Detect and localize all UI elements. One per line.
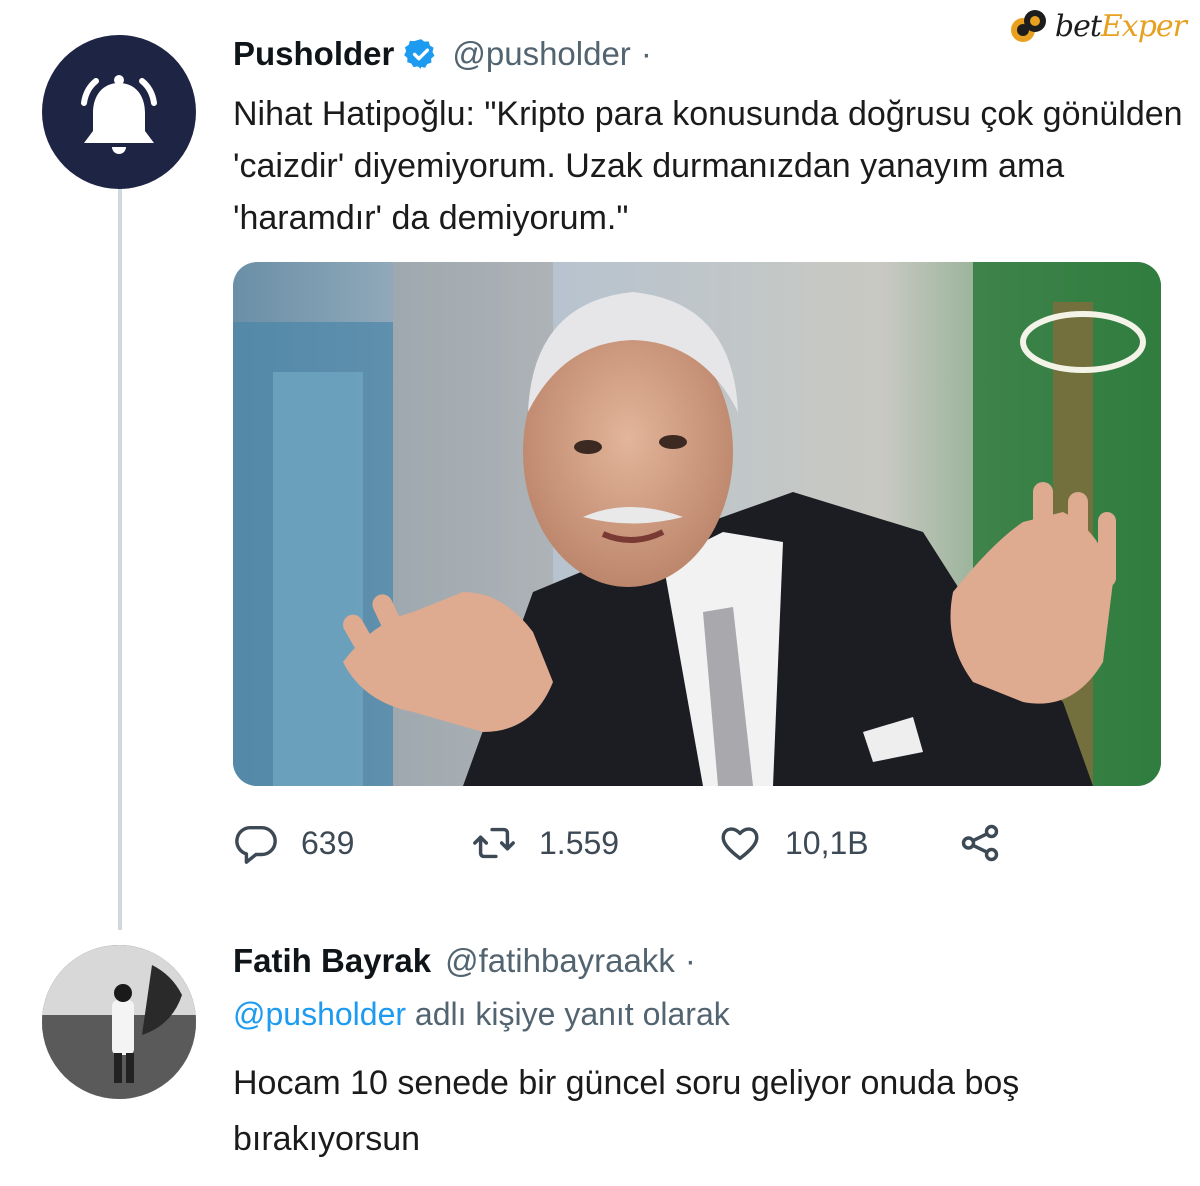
- poker-chip-icon: [1010, 10, 1046, 42]
- separator-dot: ·: [684, 942, 696, 979]
- reply-header: Fatih Bayrak @fatihbayraakk ·: [233, 942, 696, 980]
- tweet-text: Nihat Hatipoğlu: "Kripto para konusunda …: [233, 95, 1183, 237]
- tweet-photo[interactable]: [233, 262, 1161, 786]
- like-button[interactable]: 10,1B: [717, 820, 869, 866]
- author-name[interactable]: Pusholder: [233, 35, 394, 73]
- avatar[interactable]: [42, 35, 196, 189]
- separator-dot: ·: [640, 35, 652, 72]
- bell-icon: [81, 75, 157, 154]
- like-count: 10,1B: [785, 824, 869, 861]
- profile-photo: [42, 945, 196, 1099]
- retweet-count: 1.559: [539, 824, 620, 861]
- retweet-icon: [473, 827, 515, 859]
- share-button[interactable]: [957, 820, 1003, 866]
- tweet-actions: 639 1.559 10,1B: [233, 820, 1033, 880]
- reply-icon: [235, 825, 277, 864]
- avatar[interactable]: [42, 945, 196, 1099]
- tweet-header: Pusholder @pusholder ·: [233, 35, 652, 73]
- reply-author-handle[interactable]: @fatihbayraakk: [445, 942, 675, 980]
- reply-author-name[interactable]: Fatih Bayrak: [233, 942, 431, 980]
- reply-count: 639: [301, 824, 355, 861]
- reply-mention-link[interactable]: @pusholder: [233, 996, 406, 1032]
- author-handle[interactable]: @pusholder: [452, 35, 630, 73]
- reply-button[interactable]: 639: [233, 820, 354, 866]
- verified-badge-icon: [404, 39, 435, 69]
- share-icon: [961, 824, 999, 862]
- watermark-text: betExper: [1054, 8, 1187, 44]
- retweet-button[interactable]: 1.559: [471, 820, 619, 866]
- reply-context-text: adlı kişiye yanıt olarak: [406, 996, 730, 1032]
- like-icon: [721, 827, 759, 861]
- reply-context: @pusholder adlı kişiye yanıt olarak: [233, 996, 730, 1033]
- watermark: betExper: [1009, 6, 1187, 46]
- thread-line: [118, 170, 122, 930]
- reply-text: Hocam 10 senede bir güncel soru geliyor …: [233, 1064, 1020, 1158]
- photo-of-speaker: [233, 262, 1161, 786]
